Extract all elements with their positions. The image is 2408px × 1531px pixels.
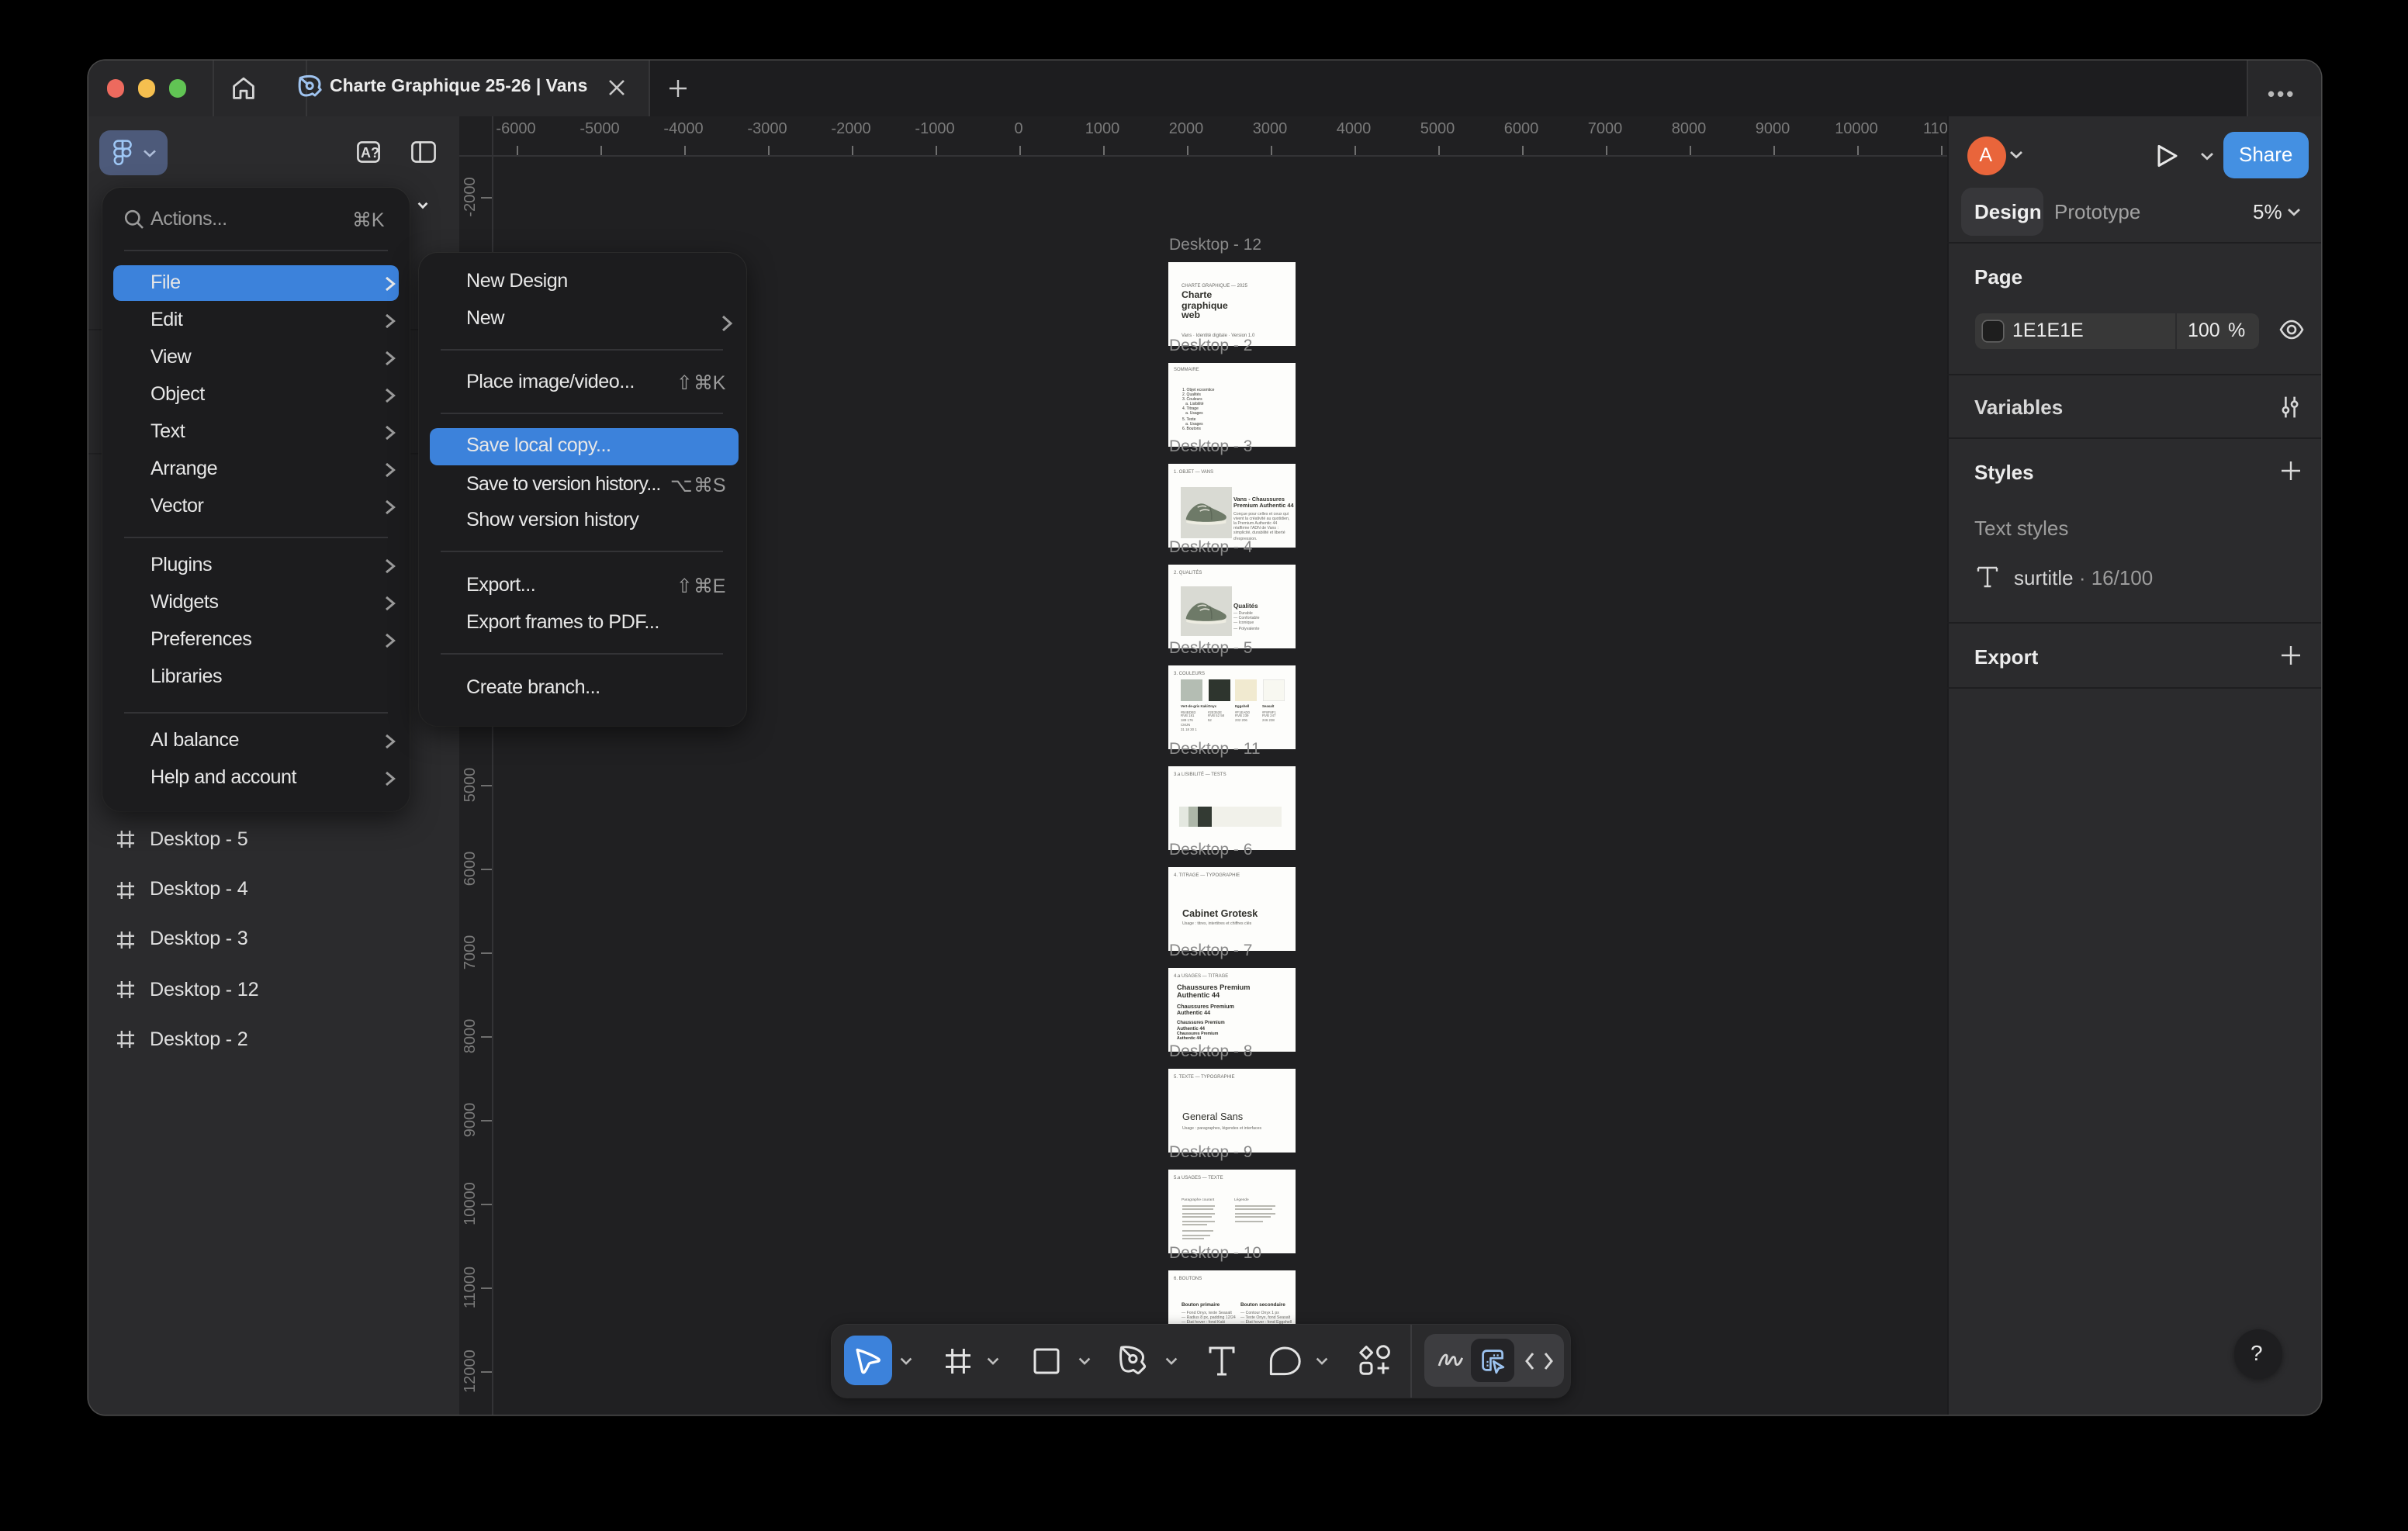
svg-text:A?: A? <box>360 145 379 161</box>
